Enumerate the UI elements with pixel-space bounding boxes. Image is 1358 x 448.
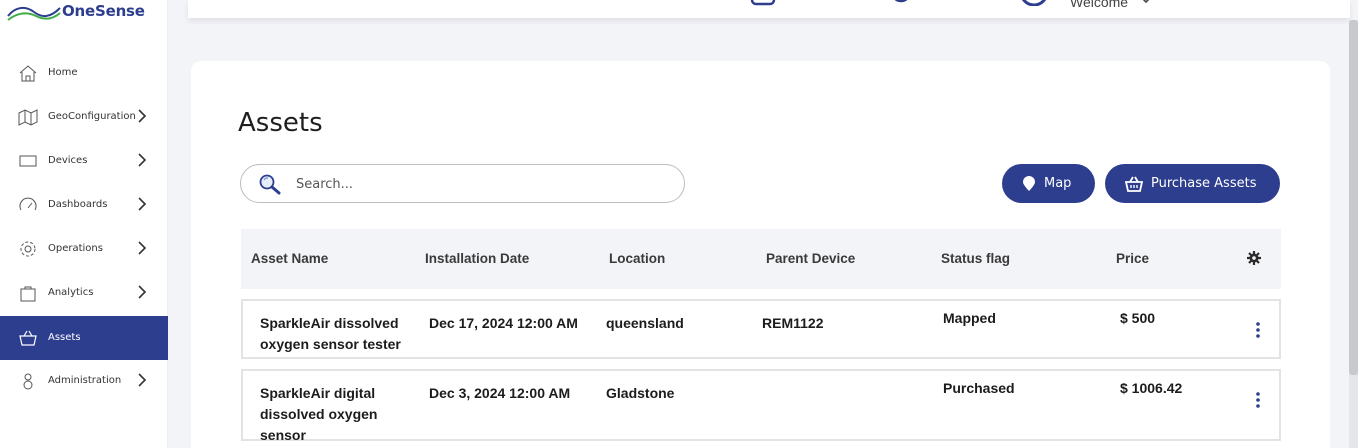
notification-icon[interactable]: [750, 0, 776, 6]
gear-icon[interactable]: [1246, 250, 1262, 266]
column-header-installation-date[interactable]: Installation Date: [425, 251, 529, 266]
sidebar-item-label: Operations: [48, 243, 103, 254]
sidebar-item-devices[interactable]: Devices: [0, 139, 168, 183]
price-cell: $ 500: [1120, 310, 1156, 326]
sidebar-item-label: Assets: [48, 332, 81, 343]
table-row[interactable]: SparkleAir digital dissolved oxygen sens…: [241, 369, 1281, 443]
settings-icon[interactable]: [944, 0, 958, 6]
sidebar-item-geoconfiguration[interactable]: GeoConfiguration: [0, 95, 168, 139]
brand-name: OneSense: [62, 2, 145, 20]
sidebar-item-administration[interactable]: Administration: [0, 359, 168, 403]
bag-icon: [20, 286, 36, 302]
location-pin-icon: [1023, 175, 1035, 191]
column-header-location[interactable]: Location: [609, 251, 665, 266]
home-icon: [19, 65, 37, 82]
admin-icon: [23, 373, 33, 390]
monitor-icon: [19, 155, 37, 167]
table-row[interactable]: SparkleAir dissolved oxygen sensor teste…: [241, 299, 1281, 359]
support-icon[interactable]: [888, 0, 914, 6]
welcome-menu[interactable]: Welcome: [1070, 0, 1128, 10]
parent-device-cell: REM1122: [762, 315, 824, 331]
avatar[interactable]: [1018, 0, 1050, 6]
column-header-price[interactable]: Price: [1116, 251, 1149, 266]
search-box[interactable]: [240, 164, 685, 203]
sidebar-item-label: Administration: [48, 375, 122, 386]
asset-name-cell[interactable]: SparkleAir dissolved oxygen sensor teste…: [260, 313, 420, 355]
sidebar-item-analytics[interactable]: Analytics: [0, 271, 168, 315]
column-header-parent-device[interactable]: Parent Device: [766, 251, 855, 266]
top-bar: Welcome: [188, 0, 1350, 18]
installation-date-cell: Dec 3, 2024 12:00 AM: [429, 385, 571, 401]
location-cell: Gladstone: [606, 385, 675, 401]
sidebar-item-home[interactable]: Home: [0, 51, 168, 95]
chevron-right-icon: [138, 285, 147, 299]
search-icon: [259, 174, 281, 195]
onesense-logo[interactable]: OneSense: [6, 0, 166, 26]
chevron-right-icon: [138, 153, 147, 167]
sidebar-item-label: Devices: [48, 155, 88, 166]
map-icon: [18, 109, 38, 126]
map-button[interactable]: Map: [1002, 164, 1095, 203]
more-options-icon[interactable]: [1251, 391, 1265, 409]
price-cell: $ 1006.42: [1120, 380, 1183, 396]
purchase-assets-label: Purchase Assets: [1151, 176, 1257, 191]
column-header-status-flag[interactable]: Status flag: [941, 251, 1010, 266]
map-button-label: Map: [1044, 176, 1072, 191]
basket-icon: [1125, 176, 1143, 192]
scrollbar-thumb[interactable]: [1349, 20, 1358, 375]
page-title: Assets: [238, 108, 323, 138]
location-cell: queensland: [606, 315, 684, 331]
status-flag-cell: Purchased: [943, 380, 1015, 396]
search-input[interactable]: [296, 174, 666, 194]
sidebar: OneSense Home GeoConfiguration Devices D…: [0, 0, 168, 448]
purchase-assets-button[interactable]: Purchase Assets: [1105, 164, 1280, 203]
sidebar-item-label: Home: [48, 67, 78, 78]
chevron-down-icon[interactable]: [1140, 0, 1152, 6]
chevron-right-icon: [138, 373, 147, 387]
gauge-icon: [19, 197, 37, 211]
table-header: Asset Name Installation Date Location Pa…: [241, 229, 1281, 289]
sidebar-item-label: GeoConfiguration: [48, 111, 136, 122]
logo-wave-icon: [7, 6, 61, 21]
status-flag-cell: Mapped: [943, 310, 996, 326]
sidebar-item-dashboards[interactable]: Dashboards: [0, 183, 168, 227]
installation-date-cell: Dec 17, 2024 12:00 AM: [429, 315, 578, 331]
more-options-icon[interactable]: [1251, 321, 1265, 339]
basket-icon: [19, 330, 37, 346]
asset-name-cell[interactable]: SparkleAir digital dissolved oxygen sens…: [260, 383, 420, 446]
gear-icon: [20, 241, 36, 257]
column-header-asset-name[interactable]: Asset Name: [251, 251, 328, 266]
chevron-right-icon: [138, 109, 147, 123]
sidebar-item-assets[interactable]: Assets: [0, 316, 168, 360]
chevron-right-icon: [138, 241, 147, 255]
sidebar-item-operations[interactable]: Operations: [0, 227, 168, 271]
chevron-right-icon: [138, 197, 147, 211]
sidebar-item-label: Analytics: [48, 287, 94, 298]
sidebar-item-label: Dashboards: [48, 199, 108, 210]
